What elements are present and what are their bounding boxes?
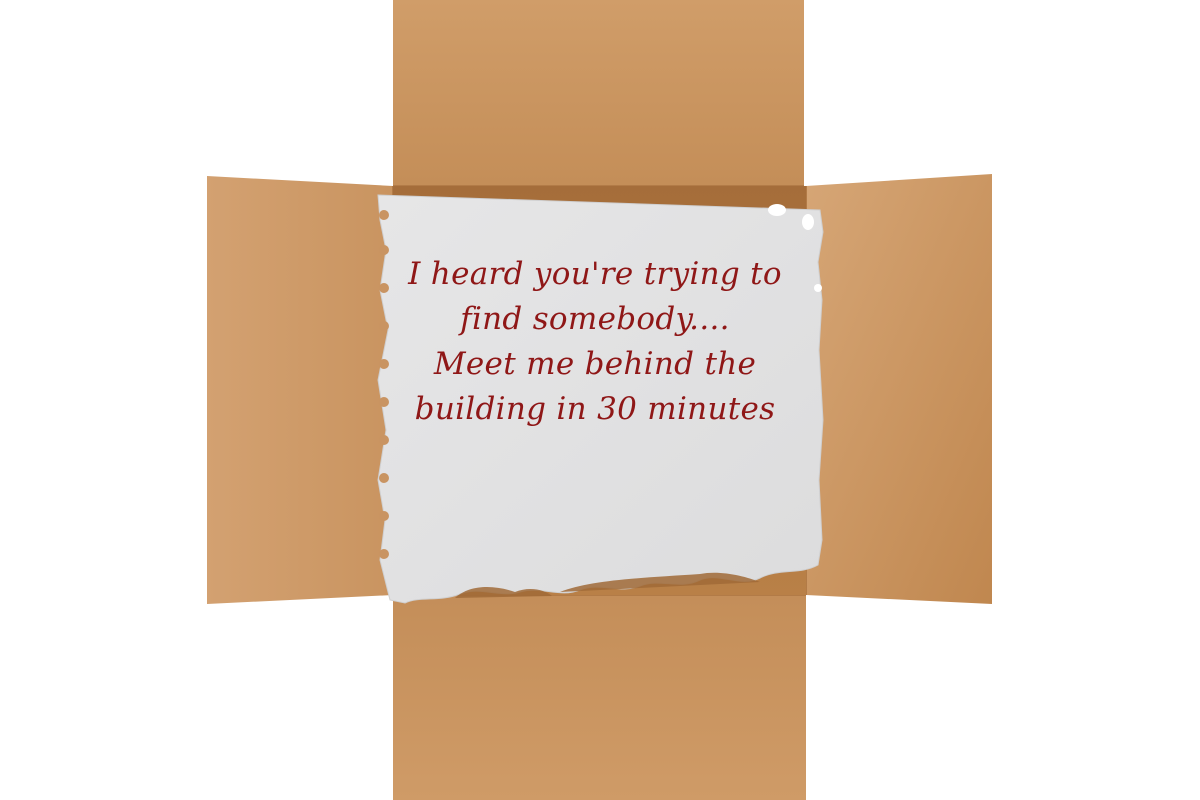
left-flap: [207, 176, 393, 604]
binder-hole: [379, 359, 389, 369]
bottom-flap: [393, 595, 806, 800]
note-line-2: find somebody....: [460, 301, 730, 337]
top-flap: [393, 0, 804, 186]
binder-hole: [379, 397, 389, 407]
binder-hole: [379, 321, 389, 331]
white-speck: [768, 204, 786, 216]
note-line-4: building in 30 minutes: [414, 391, 776, 427]
binder-hole: [379, 435, 389, 445]
binder-hole: [379, 245, 389, 255]
binder-hole: [379, 283, 389, 293]
binder-hole: [379, 549, 389, 559]
binder-hole: [379, 210, 389, 220]
white-speck: [802, 214, 814, 230]
open-cardboard-box-scene: I heard you're trying to find somebody..…: [0, 0, 1200, 800]
handwritten-note: I heard you're trying to find somebody..…: [400, 252, 790, 432]
binder-hole: [379, 473, 389, 483]
right-flap: [806, 174, 992, 604]
note-line-3: Meet me behind the: [433, 346, 757, 382]
white-speck: [814, 284, 822, 292]
note-line-1: I heard you're trying to: [408, 256, 782, 292]
binder-hole: [379, 511, 389, 521]
